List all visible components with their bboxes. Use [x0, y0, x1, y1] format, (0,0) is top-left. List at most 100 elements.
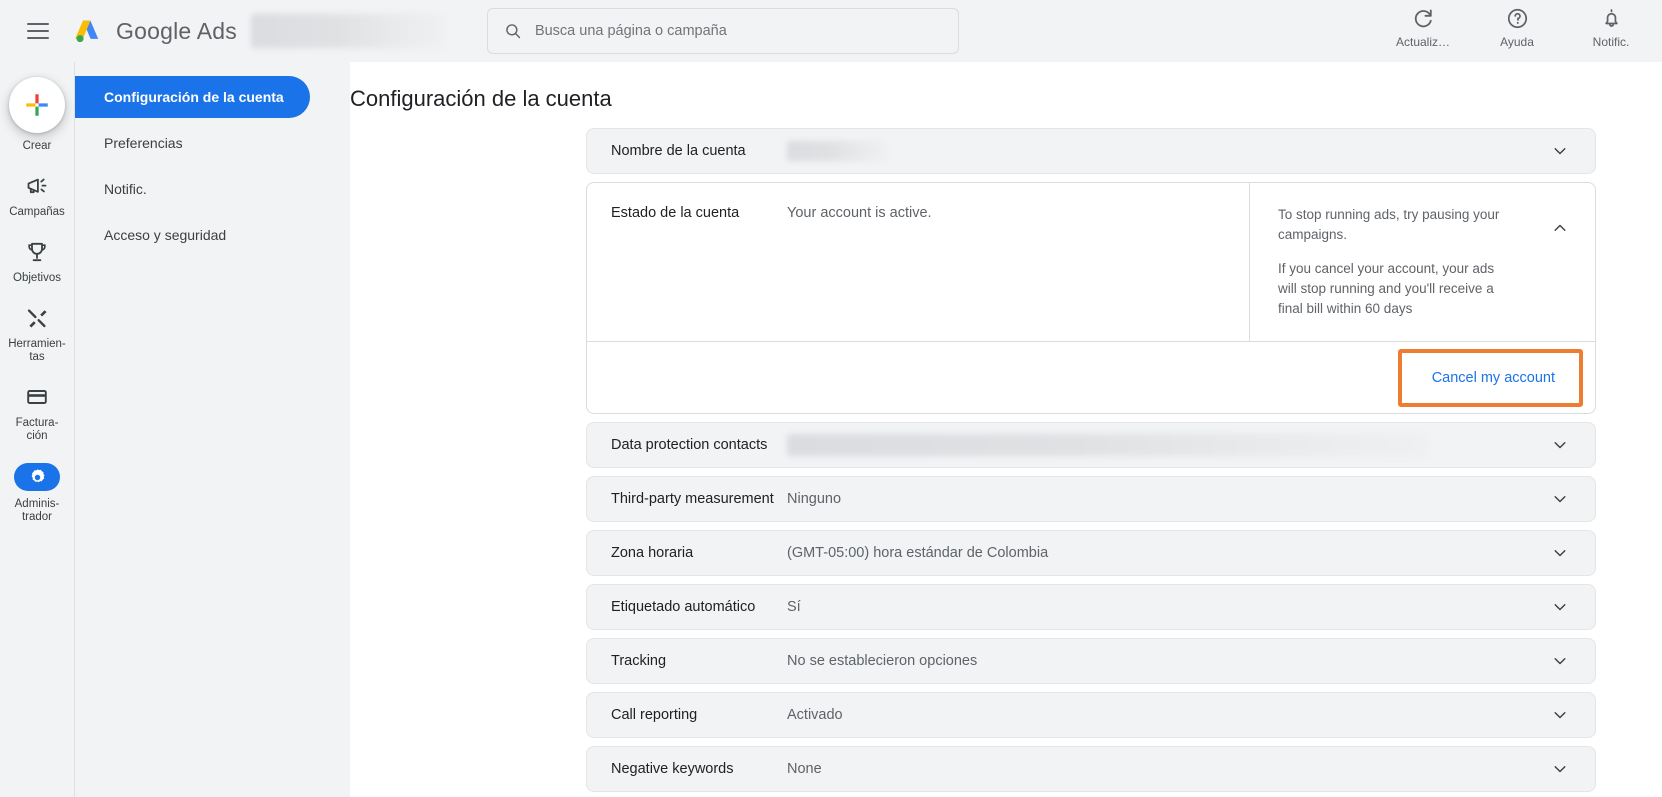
megaphone-icon: [25, 173, 49, 199]
credit-card-icon: [25, 384, 49, 410]
card-label-time-zone: Zona horaria: [611, 545, 694, 561]
chevron-up-icon[interactable]: [1549, 217, 1571, 239]
account-status-note-2: If you cancel your account, your ads wil…: [1278, 261, 1495, 316]
admin-label-line2: trador: [21, 511, 53, 523]
card-call-reporting[interactable]: Call reporting Activado: [586, 692, 1596, 738]
sidebar-label-billing: Factura- ción: [16, 417, 59, 443]
help-button[interactable]: Ayuda: [1484, 6, 1550, 49]
trophy-icon: [25, 239, 49, 265]
card-value-data-protection-contacts: [787, 434, 1595, 456]
sidebar-item-tools[interactable]: Herramien- tas: [0, 305, 74, 364]
notifications-button[interactable]: Notific.: [1578, 6, 1644, 49]
chevron-down-icon[interactable]: [1549, 596, 1571, 618]
top-bar-actions: Actualiz… Ayuda Notific.: [1390, 6, 1644, 49]
card-row: Zona horaria (GMT-05:00) hora estándar d…: [587, 531, 1595, 575]
create-fab[interactable]: [9, 77, 65, 133]
brand-ads: Ads: [196, 17, 237, 44]
cancel-account-highlight: Cancel my account: [1397, 348, 1583, 407]
data-protection-contacts-redacted-value: [787, 434, 1427, 456]
card-label-auto-tagging: Etiquetado automático: [611, 599, 756, 615]
help-label: Ayuda: [1500, 35, 1534, 49]
chevron-down-icon[interactable]: [1549, 488, 1571, 510]
refresh-button[interactable]: Actualiz…: [1390, 6, 1456, 49]
sidebar-label-goals: Objetivos: [13, 272, 61, 284]
sidebar-label-admin: Adminis- trador: [15, 498, 60, 524]
sidebar-label-campaigns: Campañas: [9, 206, 65, 218]
card-negative-keywords[interactable]: Negative keywords None: [586, 746, 1596, 792]
bell-icon: [1600, 6, 1623, 30]
account-name-redacted: [250, 14, 443, 48]
card-row: Nombre de la cuenta: [587, 129, 1595, 173]
subnav-item-notifications[interactable]: Notific.: [75, 168, 310, 210]
help-circle-icon: [1506, 6, 1529, 30]
account-status-body: Estado de la cuenta Your account is acti…: [587, 183, 1595, 341]
card-label-call-reporting: Call reporting: [611, 707, 698, 723]
sidebar-item-goals[interactable]: Objetivos: [0, 239, 74, 285]
search-box[interactable]: [486, 8, 959, 54]
card-value-auto-tagging: Sí: [787, 599, 801, 615]
card-value-negative-keywords: None: [787, 761, 822, 777]
sidebar-item-billing[interactable]: Factura- ción: [0, 384, 74, 443]
account-name-redacted-value: [787, 141, 887, 161]
card-value-tracking: No se establecieron opciones: [787, 653, 978, 669]
card-row: Etiquetado automático Sí: [587, 585, 1595, 629]
card-auto-tagging[interactable]: Etiquetado automático Sí: [586, 584, 1596, 630]
gear-icon: [14, 463, 60, 491]
cancel-my-account-link[interactable]: Cancel my account: [1432, 370, 1555, 386]
notifications-label: Notific.: [1592, 35, 1630, 49]
sidebar-item-campaigns[interactable]: Campañas: [0, 173, 74, 219]
card-account-name[interactable]: Nombre de la cuenta: [586, 128, 1596, 174]
account-status-footer: Cancel my account: [587, 341, 1595, 413]
card-value-account-name: [787, 141, 1595, 161]
card-tracking[interactable]: Tracking No se establecieron opciones: [586, 638, 1596, 684]
card-label-third-party-measurement: Third-party measurement: [611, 491, 774, 507]
google-ads-account-settings-page: Google Ads Ac: [0, 0, 1662, 797]
tools-label-line1: Herramien-: [8, 338, 66, 350]
left-rail: Crear Campañas Objetivos Herramien- tas …: [0, 62, 74, 797]
admin-label-line1: Adminis-: [14, 498, 60, 510]
brand[interactable]: Google Ads: [71, 14, 237, 48]
chevron-down-icon[interactable]: [1549, 650, 1571, 672]
brand-google: Google: [116, 17, 192, 44]
settings-card-list: Nombre de la cuenta Estado de la cuenta: [586, 128, 1596, 797]
subnav-item-preferences[interactable]: Preferencias: [75, 122, 310, 164]
account-status-notes: To stop running ads, try pausing your ca…: [1249, 183, 1595, 341]
subnav-item-access-security[interactable]: Acceso y seguridad: [75, 214, 310, 256]
chevron-down-icon[interactable]: [1549, 434, 1571, 456]
card-label-negative-keywords: Negative keywords: [611, 761, 734, 777]
sidebar-item-admin[interactable]: Adminis- trador: [0, 463, 74, 524]
card-value-time-zone: (GMT-05:00) hora estándar de Colombia: [787, 545, 1049, 561]
card-label-account-status: Estado de la cuenta: [611, 205, 740, 221]
card-data-protection-contacts[interactable]: Data protection contacts: [586, 422, 1596, 468]
card-row: Call reporting Activado: [587, 693, 1595, 737]
main-content: Configuración de la cuenta Nombre de la …: [350, 62, 1662, 797]
page-title-row: Configuración de la cuenta: [350, 62, 1662, 112]
card-time-zone[interactable]: Zona horaria (GMT-05:00) hora estándar d…: [586, 530, 1596, 576]
search-container: [486, 8, 959, 54]
hamburger-icon[interactable]: [27, 23, 49, 39]
chevron-down-icon[interactable]: [1549, 758, 1571, 780]
tools-icon: [25, 305, 49, 331]
account-status-note-1: To stop running ads, try pausing your ca…: [1278, 207, 1500, 242]
plus-icon: [26, 94, 48, 116]
card-third-party-measurement[interactable]: Third-party measurement Ninguno: [586, 476, 1596, 522]
chevron-down-icon[interactable]: [1549, 542, 1571, 564]
secondary-nav: Configuración de la cuenta Preferencias …: [74, 62, 350, 797]
subnav-item-account-settings[interactable]: Configuración de la cuenta: [75, 76, 310, 118]
refresh-label: Actualiz…: [1395, 35, 1451, 49]
card-row: Tracking No se establecieron opciones: [587, 639, 1595, 683]
card-value-account-status: Your account is active.: [787, 205, 932, 221]
card-row: Negative keywords None: [587, 747, 1595, 791]
billing-label-line2: ción: [26, 430, 48, 442]
tools-label-line2: tas: [29, 351, 45, 363]
google-ads-logo-icon: [75, 20, 99, 43]
card-account-status: Estado de la cuenta Your account is acti…: [586, 182, 1596, 414]
chevron-down-icon[interactable]: [1549, 704, 1571, 726]
card-value-call-reporting: Activado: [787, 707, 843, 723]
chevron-down-icon[interactable]: [1549, 140, 1571, 162]
billing-label-line1: Factura-: [15, 417, 59, 429]
search-input[interactable]: [534, 23, 942, 39]
create-button[interactable]: Crear: [9, 77, 65, 153]
create-label: Crear: [22, 140, 52, 152]
refresh-icon: [1412, 6, 1435, 30]
